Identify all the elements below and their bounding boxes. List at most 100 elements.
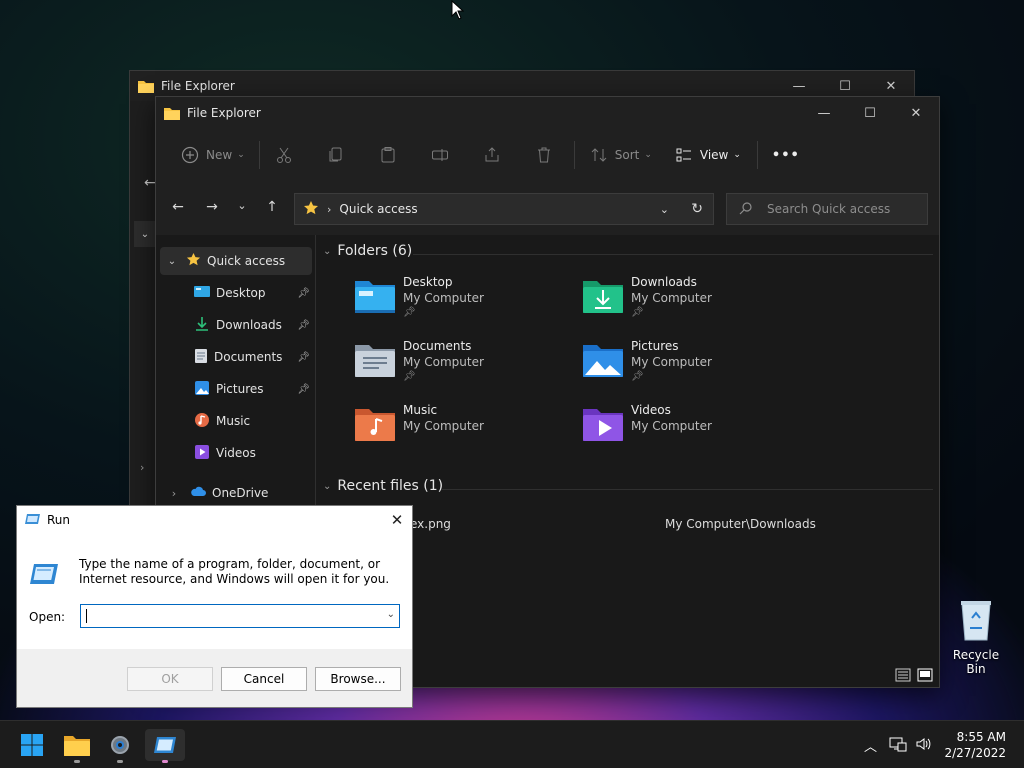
share-button[interactable] bbox=[476, 139, 508, 171]
chevron-down-icon: ⌄ bbox=[644, 150, 652, 160]
back-arrow-icon[interactable]: ← bbox=[144, 175, 156, 191]
windows-logo-icon bbox=[21, 734, 43, 756]
chevron-right-icon[interactable]: › bbox=[166, 487, 182, 500]
folder-tile-music[interactable]: Music My Computer bbox=[353, 403, 573, 457]
nav-item-downloads[interactable]: Downloads 📌︎ bbox=[160, 311, 312, 339]
star-icon bbox=[303, 200, 319, 219]
network-icon[interactable] bbox=[889, 736, 907, 755]
folder-icon bbox=[164, 108, 180, 120]
taskbar-run[interactable] bbox=[145, 729, 185, 763]
view-label: View bbox=[699, 148, 729, 162]
recent-locations-chevron-icon[interactable]: ⌄ bbox=[230, 199, 254, 212]
show-hidden-icons-chevron-icon[interactable]: ︿ bbox=[864, 736, 877, 755]
nav-item-pictures[interactable]: Pictures 📌︎ bbox=[160, 375, 312, 403]
nav-item-music[interactable]: Music bbox=[160, 407, 312, 435]
folder-tile-downloads[interactable]: Downloads My Computer 📌︎ bbox=[581, 275, 801, 329]
delete-button[interactable] bbox=[528, 139, 560, 171]
picture-icon bbox=[194, 380, 210, 399]
chevron-right-icon[interactable]: › bbox=[140, 461, 144, 474]
cancel-button[interactable]: Cancel bbox=[221, 667, 307, 691]
folder-tile-documents[interactable]: Documents My Computer 📌︎ bbox=[353, 339, 573, 393]
close-button[interactable]: ✕ bbox=[382, 506, 412, 534]
more-options-button[interactable]: ••• bbox=[766, 139, 806, 171]
pin-icon: 📌︎ bbox=[297, 319, 310, 331]
up-arrow-icon[interactable]: ↑ bbox=[260, 199, 284, 215]
open-input[interactable]: ⌄ bbox=[80, 604, 400, 628]
running-indicator bbox=[117, 760, 123, 763]
nav-label: Desktop bbox=[216, 286, 266, 300]
back-arrow-icon[interactable]: ← bbox=[166, 199, 190, 215]
minimize-button[interactable]: — bbox=[801, 97, 847, 129]
address-row: ← → ⌄ ↑ › Quick access ⌄ ↻ Search Quick … bbox=[156, 181, 939, 235]
nav-label: Music bbox=[216, 414, 251, 428]
browse-button[interactable]: Browse... bbox=[315, 667, 401, 691]
nav-label: Downloads bbox=[216, 318, 282, 332]
pin-icon: 📌︎ bbox=[631, 307, 644, 318]
run-dialog[interactable]: Run ✕ Type the name of a program, folder… bbox=[16, 505, 413, 708]
taskbar-file-explorer[interactable] bbox=[57, 729, 97, 763]
folder-location: My Computer bbox=[403, 355, 484, 369]
maximize-button[interactable]: ☐ bbox=[847, 97, 893, 129]
pictures-folder-icon bbox=[583, 345, 623, 377]
scissors-icon bbox=[274, 145, 294, 165]
tiles-view-icon[interactable] bbox=[917, 668, 933, 685]
folder-tile-videos[interactable]: Videos My Computer bbox=[581, 403, 801, 457]
ok-button[interactable]: OK bbox=[127, 667, 213, 691]
recent-file-name: ex.png bbox=[410, 517, 451, 531]
copy-icon bbox=[326, 145, 346, 165]
details-view-icon[interactable] bbox=[895, 668, 911, 685]
address-bar[interactable]: › Quick access ⌄ ↻ bbox=[294, 193, 714, 225]
group-title: Folders (6) bbox=[337, 243, 413, 259]
nav-label: Quick access bbox=[207, 254, 286, 268]
star-icon bbox=[186, 252, 201, 270]
nav-item-desktop[interactable]: Desktop 📌︎ bbox=[160, 279, 312, 307]
address-dropdown-chevron-icon[interactable]: ⌄ bbox=[660, 203, 669, 216]
chevron-down-icon[interactable]: ⌄ bbox=[164, 256, 180, 267]
folder-icon bbox=[138, 81, 154, 93]
clock-time: 8:55 AM bbox=[956, 730, 1006, 744]
copy-button[interactable] bbox=[320, 139, 352, 171]
new-button[interactable]: New ⌄ bbox=[174, 139, 251, 171]
nav-item-documents[interactable]: Documents 📌︎ bbox=[160, 343, 312, 371]
chevron-down-icon[interactable]: ⌄ bbox=[323, 481, 331, 492]
folder-tile-pictures[interactable]: Pictures My Computer 📌︎ bbox=[581, 339, 801, 393]
rename-button[interactable] bbox=[424, 139, 456, 171]
refresh-icon[interactable]: ↻ bbox=[691, 201, 703, 217]
window-title: File Explorer bbox=[187, 106, 261, 120]
sort-button[interactable]: Sort ⌄ bbox=[583, 139, 658, 171]
taskbar-settings[interactable] bbox=[100, 729, 140, 763]
close-button[interactable]: ✕ bbox=[893, 97, 939, 129]
title-bar[interactable]: File Explorer — ☐ ✕ bbox=[156, 97, 939, 129]
text-caret bbox=[86, 609, 87, 623]
volume-icon[interactable] bbox=[915, 736, 933, 755]
search-input[interactable]: Search Quick access bbox=[726, 193, 928, 225]
recent-files-group-header[interactable]: ⌄ Recent files (1) bbox=[323, 478, 443, 494]
breadcrumb-quick-access[interactable]: Quick access bbox=[339, 202, 417, 216]
running-indicator bbox=[74, 760, 80, 763]
view-button[interactable]: View ⌄ bbox=[668, 139, 747, 171]
taskbar: ︿ 8:55 AM 2/27/2022 bbox=[0, 720, 1024, 768]
forward-arrow-icon[interactable]: → bbox=[200, 199, 224, 215]
run-program-icon bbox=[29, 562, 59, 589]
paste-button[interactable] bbox=[372, 139, 404, 171]
chevron-down-icon[interactable]: ⌄ bbox=[323, 246, 331, 257]
chevron-down-icon[interactable]: ⌄ bbox=[134, 221, 156, 247]
recycle-bin-shortcut[interactable]: Recycle Bin bbox=[942, 596, 1010, 676]
nav-item-quick-access[interactable]: ⌄ Quick access bbox=[160, 247, 312, 275]
pin-icon: 📌︎ bbox=[631, 371, 644, 382]
chevron-down-icon[interactable]: ⌄ bbox=[387, 609, 395, 620]
start-button[interactable] bbox=[12, 729, 52, 761]
search-icon bbox=[739, 201, 753, 218]
folder-location: My Computer bbox=[631, 291, 712, 305]
folder-name: Videos bbox=[631, 403, 671, 417]
cut-button[interactable] bbox=[268, 139, 300, 171]
nav-item-onedrive[interactable]: › OneDrive bbox=[160, 479, 312, 507]
folder-tile-desktop[interactable]: Desktop My Computer 📌︎ bbox=[353, 275, 573, 329]
videos-folder-icon bbox=[583, 409, 623, 441]
clock[interactable]: 8:55 AM 2/27/2022 bbox=[944, 729, 1006, 761]
nav-item-videos[interactable]: Videos bbox=[160, 439, 312, 467]
run-icon bbox=[154, 737, 176, 753]
rename-icon bbox=[430, 145, 450, 165]
folders-group-header[interactable]: ⌄ Folders (6) bbox=[323, 243, 412, 259]
title-bar[interactable]: Run bbox=[17, 506, 412, 534]
